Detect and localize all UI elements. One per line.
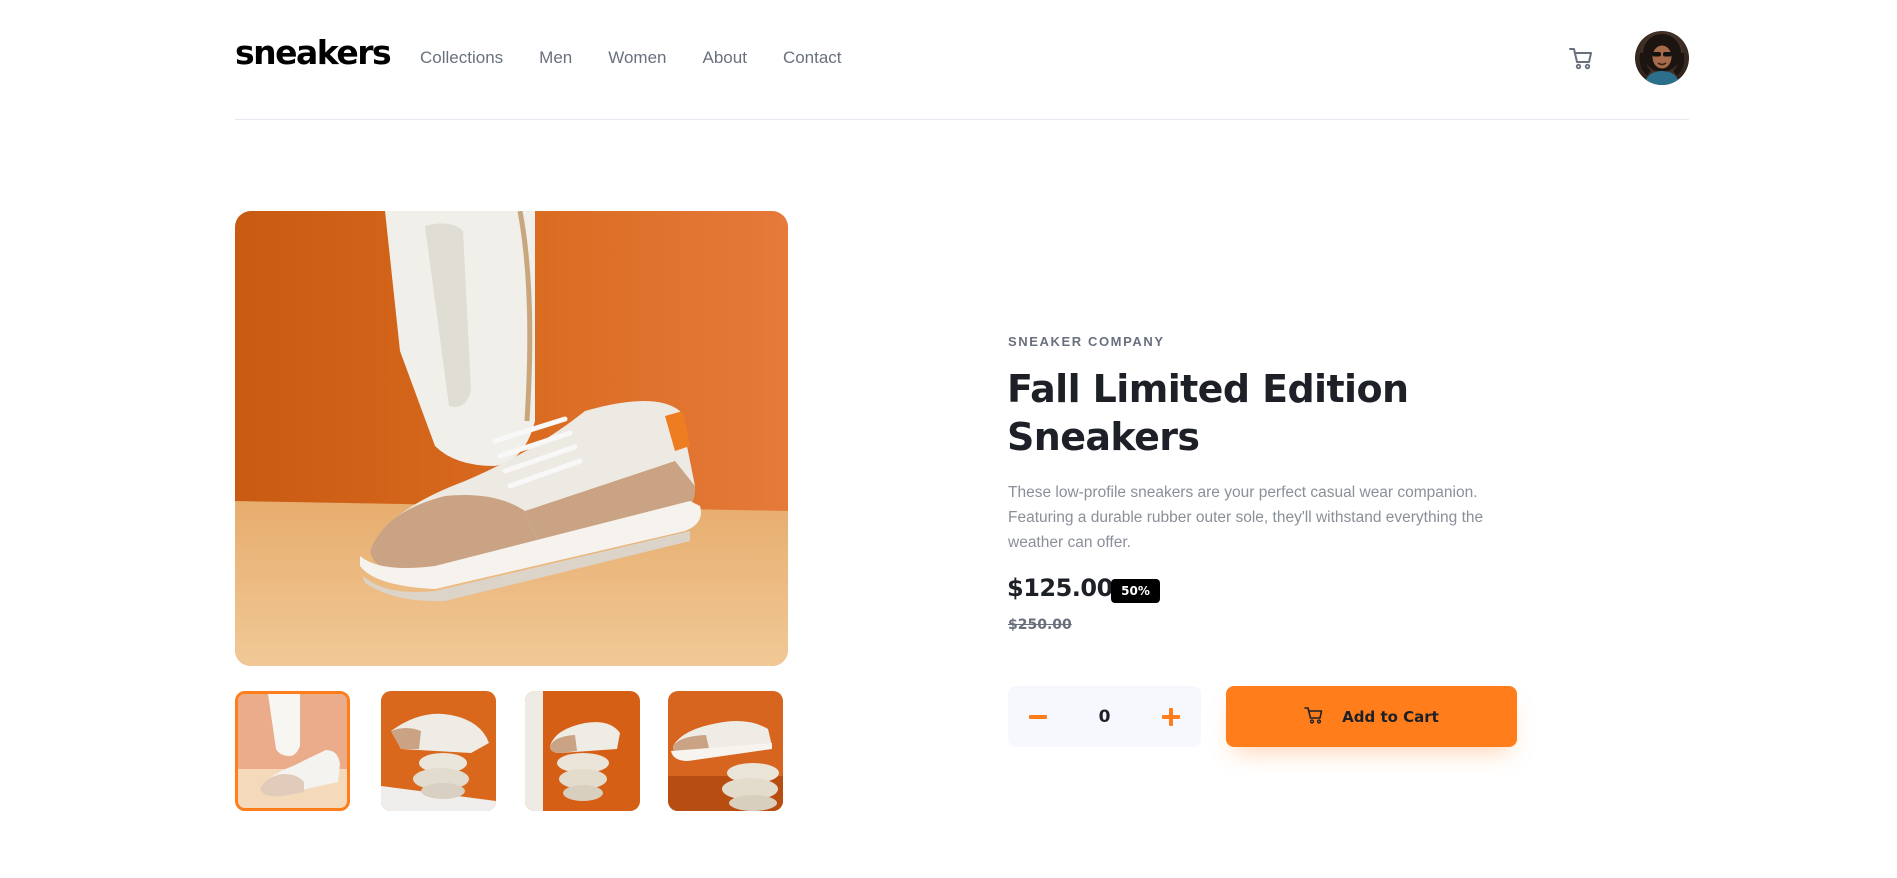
product-title: Fall Limited Edition Sneakers (1007, 367, 1409, 459)
product-description: These low-profile sneakers are your perf… (1008, 484, 1484, 551)
cart-icon[interactable] (1568, 45, 1594, 71)
nav-men[interactable]: Men (539, 48, 572, 68)
user-avatar[interactable] (1635, 31, 1689, 85)
nav-women[interactable]: Women (608, 48, 666, 68)
product-page: sneakers Collections Men Women About Con… (0, 0, 1897, 878)
site-header: sneakers Collections Men Women About Con… (235, 0, 1689, 120)
thumbnail-1[interactable] (235, 691, 350, 811)
nav-collections[interactable]: Collections (420, 48, 503, 68)
main-nav: Collections Men Women About Contact (420, 48, 842, 68)
minus-icon[interactable] (1008, 686, 1068, 747)
thumbnail-4[interactable] (668, 691, 783, 811)
quantity-value: 0 (1098, 706, 1111, 727)
company-name: SNEAKER COMPANY (1008, 334, 1165, 349)
product-main-image[interactable] (235, 211, 788, 666)
cart-icon (1304, 705, 1324, 729)
add-to-cart-button[interactable]: Add to Cart (1226, 686, 1517, 747)
thumbnail-3[interactable] (525, 691, 640, 811)
thumbnail-2[interactable] (381, 691, 496, 811)
logo[interactable]: sneakers (235, 33, 392, 72)
add-to-cart-label: Add to Cart (1342, 707, 1439, 726)
current-price: $125.00 (1007, 574, 1113, 602)
nav-contact[interactable]: Contact (783, 48, 842, 68)
quantity-stepper: 0 (1008, 686, 1201, 747)
discount-badge: 50% (1111, 579, 1160, 603)
nav-about[interactable]: About (703, 48, 747, 68)
plus-icon[interactable] (1141, 686, 1201, 747)
original-price: $250.00 (1008, 617, 1072, 633)
